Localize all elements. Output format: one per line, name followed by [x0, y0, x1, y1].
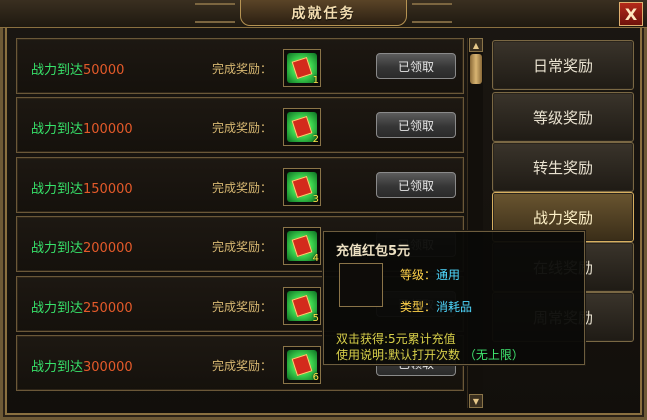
condition-text: 战力到达150000 — [31, 178, 133, 197]
tooltip-usage-text: 使用说明:默认打开次数 （无上限） — [336, 346, 524, 363]
tooltip-grade-key: 等级： — [400, 268, 437, 282]
achievement-row: 战力到达150000 完成奖励： 3 已领取 — [16, 157, 464, 213]
condition-value: 250000 — [83, 301, 133, 316]
tab-1[interactable]: 日常奖励 — [492, 40, 634, 90]
tooltip-item-slot — [339, 263, 383, 307]
reward-label: 完成奖励： — [212, 300, 273, 314]
condition-text: 战力到达200000 — [31, 237, 133, 256]
title-ornament-right — [412, 3, 452, 23]
reward-slot[interactable]: 3 — [283, 168, 321, 206]
scroll-up-icon[interactable]: ▲ — [469, 38, 483, 52]
condition-text: 战力到达250000 — [31, 297, 133, 316]
title-ornament-left — [195, 3, 235, 23]
reward-count: 6 — [312, 372, 319, 383]
condition-value: 200000 — [83, 241, 133, 256]
close-icon: X — [624, 4, 638, 24]
reward-slot[interactable]: 1 — [283, 49, 321, 87]
condition-text: 战力到达50000 — [31, 59, 124, 78]
achievement-row: 战力到达100000 完成奖励： 2 已领取 — [16, 97, 464, 153]
reward-label: 完成奖励： — [212, 240, 273, 254]
condition-value: 150000 — [83, 182, 133, 197]
claimed-button[interactable]: 已领取 — [376, 53, 456, 79]
tab-2[interactable]: 等级奖励 — [492, 92, 634, 142]
close-button[interactable]: X — [619, 2, 643, 26]
tooltip-type-key: 类型： — [400, 300, 437, 314]
achievement-row: 战力到达50000 完成奖励： 1 已领取 — [16, 38, 464, 94]
condition-label: 战力到达 — [31, 301, 84, 316]
reward-label: 完成奖励： — [212, 359, 273, 373]
condition-text: 战力到达100000 — [31, 118, 133, 137]
tooltip-grade-value: 通用 — [436, 268, 461, 282]
condition-label: 战力到达 — [31, 122, 84, 137]
reward-slot[interactable]: 4 — [283, 227, 321, 265]
condition-label: 战力到达 — [31, 63, 84, 78]
red-packet-icon — [343, 267, 379, 303]
condition-value: 100000 — [83, 122, 133, 137]
reward-count: 3 — [312, 194, 319, 205]
condition-label: 战力到达 — [31, 182, 84, 197]
claimed-button[interactable]: 已领取 — [376, 172, 456, 198]
reward-slot[interactable]: 6 — [283, 346, 321, 384]
reward-count: 2 — [312, 134, 319, 145]
claimed-button[interactable]: 已领取 — [376, 112, 456, 138]
tooltip-usage-extra: （无上限） — [463, 348, 524, 362]
reward-label: 完成奖励： — [212, 62, 273, 76]
condition-value: 50000 — [83, 63, 125, 78]
reward-count: 4 — [312, 253, 319, 264]
reward-count: 5 — [312, 313, 319, 324]
reward-label: 完成奖励： — [212, 121, 273, 135]
reward-count: 1 — [312, 75, 319, 86]
tooltip-title: 充值红包5元 — [336, 244, 411, 259]
tooltip-usage-main: 使用说明:默认打开次数 — [336, 348, 461, 362]
condition-text: 战力到达300000 — [31, 356, 133, 375]
reward-slot[interactable]: 2 — [283, 108, 321, 146]
condition-label: 战力到达 — [31, 241, 84, 256]
reward-label: 完成奖励： — [212, 181, 273, 195]
scroll-down-icon[interactable]: ▼ — [469, 394, 483, 408]
item-tooltip: 充值红包5元 等级：通用 类型：消耗品 双击获得:5元累计充值 使用说明:默认打… — [323, 231, 585, 365]
reward-slot[interactable]: 5 — [283, 287, 321, 325]
title-bar: 成就任务 — [0, 0, 647, 28]
tooltip-type-value: 消耗品 — [436, 300, 473, 314]
tab-3[interactable]: 转生奖励 — [492, 142, 634, 192]
tooltip-grade: 等级：通用 — [400, 266, 460, 283]
tooltip-type: 类型：消耗品 — [400, 298, 472, 315]
tooltip-obtain-text: 双击获得:5元累计充值 — [336, 332, 456, 346]
condition-label: 战力到达 — [31, 360, 84, 375]
condition-value: 300000 — [83, 360, 133, 375]
scroll-thumb[interactable] — [470, 54, 482, 84]
title-plate: 成就任务 — [240, 0, 407, 26]
window-title: 成就任务 — [291, 5, 356, 22]
